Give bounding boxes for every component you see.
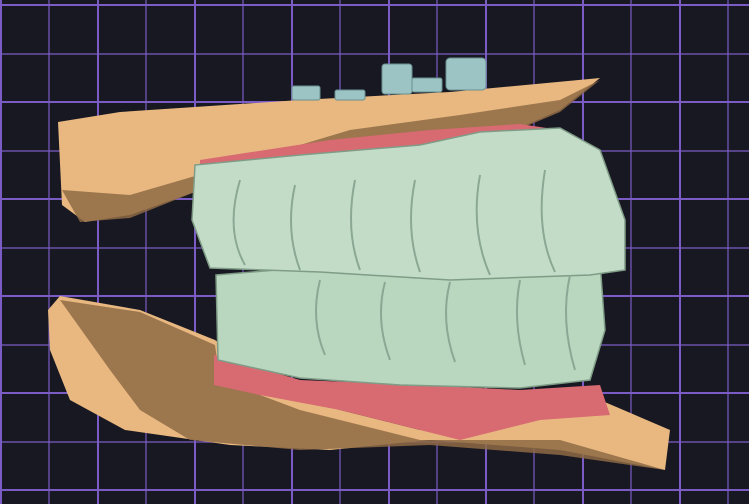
lower-denture-teeth	[215, 261, 606, 389]
viewport-canvas[interactable]	[0, 0, 749, 504]
cad-3d-viewport[interactable]	[0, 0, 749, 504]
dental-model[interactable]	[48, 57, 670, 470]
